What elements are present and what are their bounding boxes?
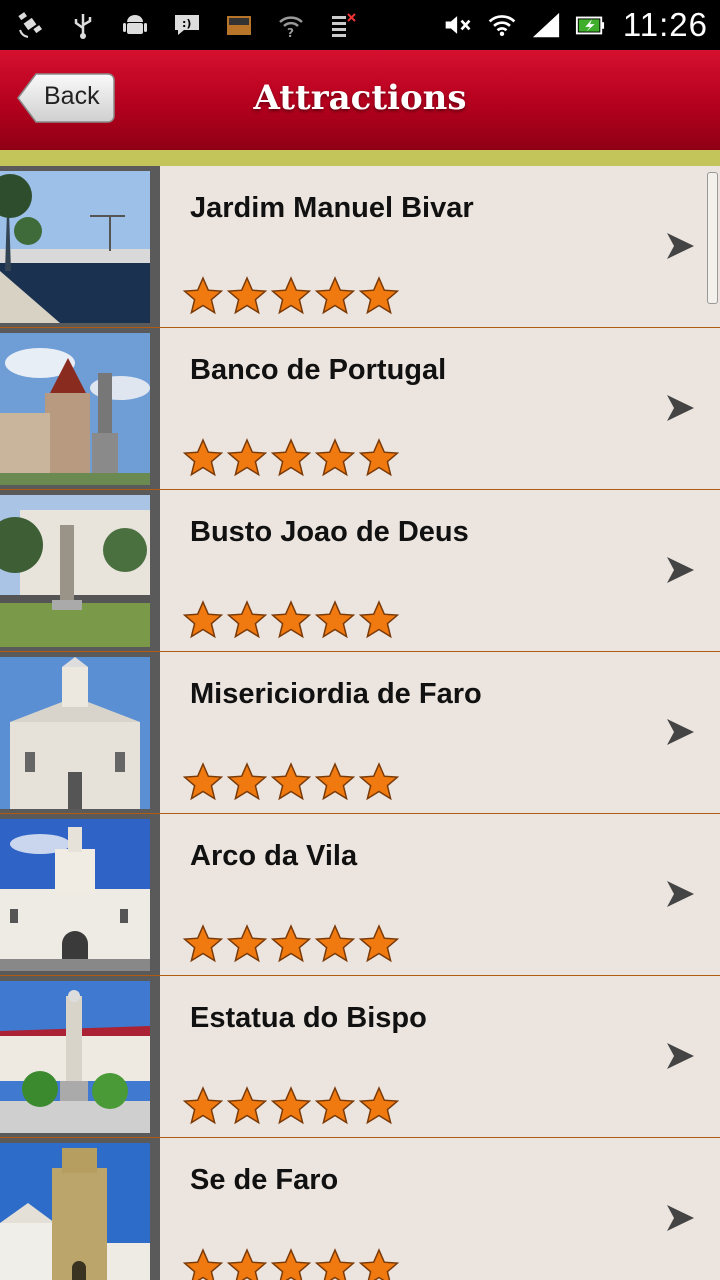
chevron-right-icon[interactable]: [664, 716, 696, 748]
star-icon: [227, 438, 267, 477]
chevron-right-icon[interactable]: [664, 554, 696, 586]
chevron-right-icon[interactable]: [664, 1202, 696, 1234]
thumbnail-image: [0, 171, 150, 323]
star-icon: [315, 276, 355, 315]
star-icon: [183, 438, 223, 477]
star-icon: [271, 438, 311, 477]
star-icon: [359, 276, 399, 315]
thumbnail-frame: [0, 328, 160, 489]
star-icon: [271, 1086, 311, 1125]
thumbnail-frame: [0, 652, 160, 813]
thumbnail-image: [0, 495, 150, 647]
star-icon: [271, 1248, 311, 1280]
star-icon: [359, 600, 399, 639]
status-time: 11:26: [622, 6, 708, 43]
attraction-name: Banco de Portugal: [190, 354, 447, 386]
star-icon: [271, 600, 311, 639]
list-item[interactable]: Estatua do Bispo: [0, 976, 720, 1138]
star-icon: [359, 762, 399, 801]
star-icon: [315, 924, 355, 963]
star-icon: [359, 924, 399, 963]
list-scrollbar[interactable]: [707, 172, 718, 304]
thumbnail-image: [0, 333, 150, 485]
attractions-list[interactable]: Jardim Manuel Bivar Banco de Portugal Bu…: [0, 166, 720, 1280]
rating-stars: [183, 762, 399, 802]
star-icon: [271, 924, 311, 963]
task-icon: [328, 10, 358, 40]
list-item[interactable]: Se de Faro: [0, 1138, 720, 1280]
amazon-icon: [224, 10, 254, 40]
rating-stars: [183, 1248, 399, 1280]
signal-icon: [531, 10, 561, 40]
list-item[interactable]: Jardim Manuel Bivar: [0, 166, 720, 328]
star-icon: [183, 1086, 223, 1125]
list-item[interactable]: Busto Joao de Deus: [0, 490, 720, 652]
chevron-right-icon[interactable]: [664, 392, 696, 424]
list-item[interactable]: Banco de Portugal: [0, 328, 720, 490]
star-icon: [183, 276, 223, 315]
mute-icon: [443, 10, 473, 40]
attraction-name: Jardim Manuel Bivar: [190, 192, 474, 224]
star-icon: [359, 1086, 399, 1125]
status-bar: :) ? 11:26: [0, 0, 720, 50]
star-icon: [315, 762, 355, 801]
star-icon: [227, 924, 267, 963]
thumbnail-frame: [0, 166, 160, 327]
rating-stars: [183, 276, 399, 316]
thumbnail-frame: [0, 814, 160, 975]
usb-icon: [68, 10, 98, 40]
satellite-icon: [16, 10, 46, 40]
star-icon: [315, 1086, 355, 1125]
wifi-icon: [487, 10, 517, 40]
thumbnail-frame: [0, 1138, 160, 1280]
rating-stars: [183, 438, 399, 478]
battery-icon: [575, 10, 605, 40]
star-icon: [271, 762, 311, 801]
star-icon: [227, 600, 267, 639]
svg-text::): :): [182, 17, 191, 30]
attraction-name: Estatua do Bispo: [190, 1002, 427, 1034]
star-icon: [183, 1248, 223, 1280]
star-icon: [227, 1248, 267, 1280]
star-icon: [183, 924, 223, 963]
star-icon: [227, 1086, 267, 1125]
star-icon: [227, 276, 267, 315]
svg-text:?: ?: [287, 26, 294, 40]
rating-stars: [183, 924, 399, 964]
chat-icon: :): [172, 10, 202, 40]
page-title: Attractions: [253, 78, 467, 118]
header-accent-strip: [0, 150, 720, 166]
attraction-name: Arco da Vila: [190, 840, 358, 872]
attraction-name: Busto Joao de Deus: [190, 516, 469, 548]
thumbnail-frame: [0, 976, 160, 1137]
thumbnail-image: [0, 981, 150, 1133]
star-icon: [359, 438, 399, 477]
star-icon: [315, 600, 355, 639]
star-icon: [315, 1248, 355, 1280]
chevron-right-icon[interactable]: [664, 878, 696, 910]
android-icon: [120, 10, 150, 40]
star-icon: [271, 276, 311, 315]
rating-stars: [183, 600, 399, 640]
list-item[interactable]: Misericiordia de Faro: [0, 652, 720, 814]
star-icon: [183, 762, 223, 801]
thumbnail-image: [0, 657, 150, 809]
rating-stars: [183, 1086, 399, 1126]
thumbnail-frame: [0, 490, 160, 651]
chevron-right-icon[interactable]: [664, 1040, 696, 1072]
star-icon: [227, 762, 267, 801]
thumbnail-image: [0, 1143, 150, 1280]
star-icon: [315, 438, 355, 477]
attraction-name: Misericiordia de Faro: [190, 678, 482, 710]
app-header: Back Attractions: [0, 50, 720, 150]
chevron-right-icon[interactable]: [664, 230, 696, 262]
star-icon: [359, 1248, 399, 1280]
list-item[interactable]: Arco da Vila: [0, 814, 720, 976]
thumbnail-image: [0, 819, 150, 971]
attraction-name: Se de Faro: [190, 1164, 339, 1196]
wifi-question-icon: ?: [276, 10, 306, 40]
star-icon: [183, 600, 223, 639]
